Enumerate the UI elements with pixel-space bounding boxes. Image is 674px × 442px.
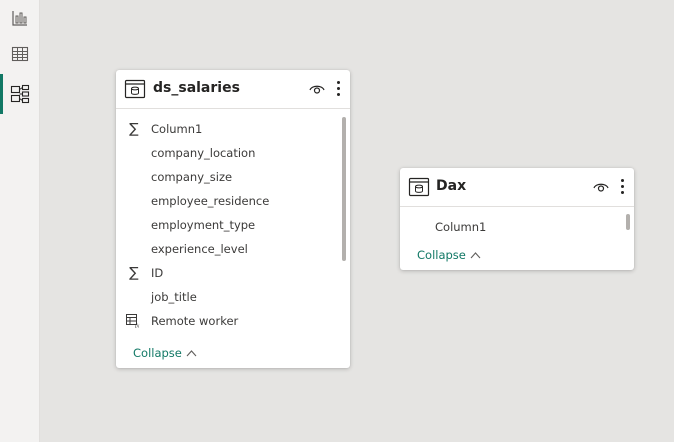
table-icon <box>124 79 146 99</box>
table-card-dax[interactable]: Dax Column1 Collapse <box>400 168 634 270</box>
calculated-column-icon: fx <box>126 309 142 333</box>
field-row[interactable]: experience_level <box>116 237 336 261</box>
collapse-button[interactable]: Collapse <box>417 248 481 262</box>
field-label: company_size <box>151 170 233 184</box>
table-card-header[interactable]: ds_salaries <box>116 70 350 109</box>
collapse-label: Collapse <box>133 346 182 360</box>
field-row[interactable]: Column1 <box>400 215 620 239</box>
svg-text:fx: fx <box>135 323 140 329</box>
table-card-header[interactable]: Dax <box>400 168 634 207</box>
field-row[interactable]: company_location <box>116 141 336 165</box>
table-title: ds_salaries <box>153 80 240 96</box>
chevron-up-icon <box>470 252 481 259</box>
field-row[interactable]: job_title <box>116 285 336 309</box>
field-list-scrollbar[interactable] <box>342 117 346 261</box>
field-row[interactable]: employee_residence <box>116 189 336 213</box>
report-view-button[interactable] <box>0 0 40 36</box>
more-options-icon[interactable] <box>335 81 341 99</box>
table-grid-icon <box>11 46 29 62</box>
sigma-icon: ∑ <box>129 265 139 281</box>
field-row[interactable]: ∑ ID <box>116 261 336 285</box>
field-label: employee_residence <box>151 194 270 208</box>
collapse-button[interactable]: Collapse <box>133 346 197 360</box>
field-row[interactable]: fx Remote worker <box>116 309 336 333</box>
table-icon <box>408 177 430 197</box>
sigma-icon: ∑ <box>129 121 139 137</box>
field-list-scrollbar[interactable] <box>626 214 630 230</box>
eye-icon[interactable] <box>593 180 609 194</box>
field-label: job_title <box>151 290 197 304</box>
bar-chart-icon <box>12 11 27 26</box>
field-label: ID <box>151 266 164 280</box>
data-view-button[interactable] <box>0 36 40 72</box>
field-label: employment_type <box>151 218 256 232</box>
eye-icon[interactable] <box>309 82 325 96</box>
field-label: experience_level <box>151 242 248 256</box>
field-label: Column1 <box>151 122 203 136</box>
model-view-button[interactable] <box>0 74 40 114</box>
table-card-ds-salaries[interactable]: ds_salaries ∑ Column1 company_location c… <box>116 70 350 368</box>
field-row[interactable]: employment_type <box>116 213 336 237</box>
model-view-icon <box>10 84 30 104</box>
field-label: company_location <box>151 146 256 160</box>
field-row[interactable]: company_size <box>116 165 336 189</box>
view-rail <box>0 0 40 442</box>
table-title: Dax <box>436 178 467 194</box>
chevron-up-icon <box>186 350 197 357</box>
more-options-icon[interactable] <box>619 179 625 197</box>
field-label: Remote worker <box>151 314 239 328</box>
field-row[interactable]: ∑ Column1 <box>116 117 336 141</box>
collapse-label: Collapse <box>417 248 466 262</box>
field-label: Column1 <box>435 220 487 234</box>
